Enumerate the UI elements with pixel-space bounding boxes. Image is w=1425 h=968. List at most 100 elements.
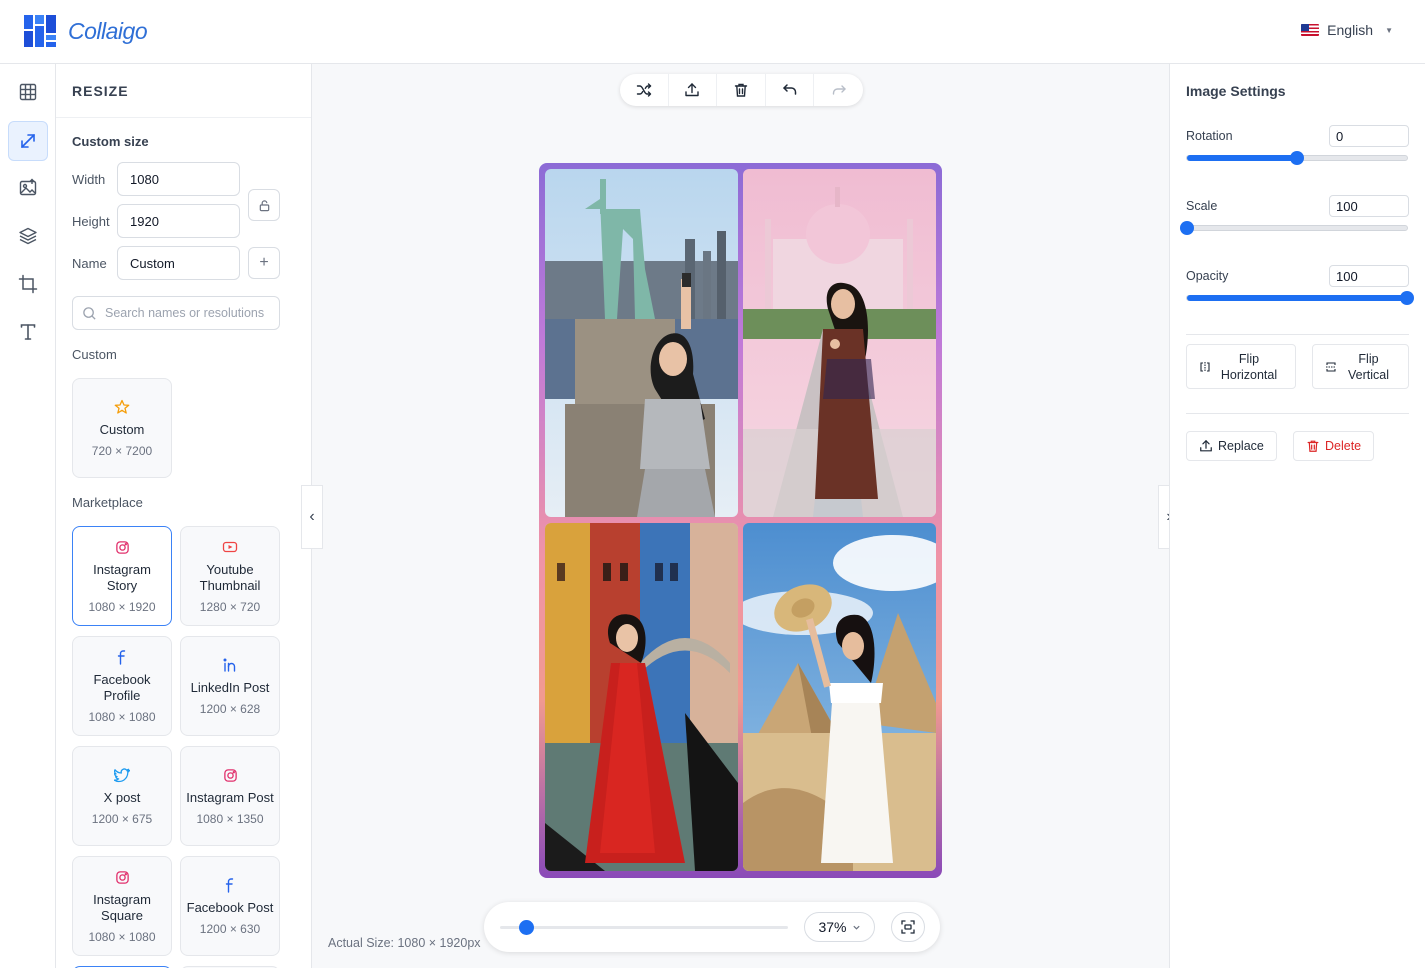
opacity-input[interactable]: 100	[1329, 265, 1409, 287]
zoom-bar: 37%	[484, 902, 940, 952]
preset-card-custom[interactable]: Custom 720 × 7200	[72, 378, 172, 478]
language-selector[interactable]: English ▼	[1301, 22, 1393, 38]
image-settings-panel: Image Settings Rotation 0 Scale 100 Opac…	[1169, 64, 1425, 968]
preset-card-instagram-story[interactable]: Instagram Story 1080 × 1920	[72, 526, 172, 626]
scale-input[interactable]: 100	[1329, 195, 1409, 217]
image-icon	[19, 178, 37, 196]
flip-vertical-button[interactable]: Flip Vertical	[1312, 344, 1409, 389]
preset-card-linkedin-post[interactable]: LinkedIn Post 1200 × 628	[180, 636, 280, 736]
custom-section-label: Custom	[72, 347, 117, 362]
name-input[interactable]: Custom	[117, 246, 240, 280]
rail-resize-button[interactable]	[8, 121, 48, 161]
redo-button[interactable]	[814, 74, 863, 106]
width-label: Width	[72, 172, 106, 187]
rail-layout-button[interactable]	[8, 72, 48, 112]
opacity-slider-thumb[interactable]	[1400, 291, 1414, 305]
aspect-lock-button[interactable]	[248, 189, 280, 221]
canvas-toolbar	[620, 74, 863, 106]
twitter-icon	[113, 766, 131, 784]
scale-slider-thumb[interactable]	[1180, 221, 1194, 235]
resize-panel: RESIZE Custom size Width 1080 Height 192…	[56, 64, 312, 968]
preset-card-x-post[interactable]: X post 1200 × 675	[72, 746, 172, 846]
preset-card-facebook-profile[interactable]: Facebook Profile 1080 × 1080	[72, 636, 172, 736]
collapse-left-panel-button[interactable]: ‹	[301, 485, 323, 549]
delete-image-button[interactable]: Delete	[1293, 431, 1375, 461]
fit-to-screen-button[interactable]	[891, 912, 925, 942]
resize-icon	[21, 134, 35, 148]
instagram-icon	[113, 538, 131, 556]
export-button[interactable]	[669, 74, 718, 106]
trash-icon	[734, 83, 748, 97]
youtube-icon	[221, 538, 239, 556]
delete-all-button[interactable]	[717, 74, 766, 106]
upload-icon	[1200, 440, 1212, 452]
preset-card-youtube-thumbnail[interactable]: Youtube Thumbnail 1280 × 720	[180, 526, 280, 626]
instagram-icon	[221, 766, 239, 784]
flip-horizontal-icon	[1200, 361, 1210, 372]
rotation-label: Rotation	[1186, 129, 1233, 143]
rail-text-button[interactable]	[8, 312, 48, 352]
collage-photo-statue-of-liberty[interactable]	[545, 169, 738, 517]
scale-label: Scale	[1186, 199, 1218, 213]
divider	[1186, 334, 1409, 335]
card-name: Instagram Post	[186, 790, 274, 805]
card-size: 1080 × 1350	[196, 812, 264, 826]
delete-label: Delete	[1325, 439, 1362, 453]
preset-card-instagram-square[interactable]: Instagram Square 1080 × 1080	[72, 856, 172, 956]
canvas-area: ‹ ›	[301, 64, 1180, 968]
layers-icon	[19, 227, 37, 245]
divider	[1186, 413, 1409, 414]
card-size: 1080 × 1080	[88, 930, 156, 944]
flip-horizontal-label: Flip Horizontal	[1220, 351, 1278, 382]
search-icon	[83, 307, 96, 320]
collaigo-logo[interactable]	[24, 15, 56, 47]
collage-photo-pyramids[interactable]	[743, 523, 936, 871]
flip-vertical-label: Flip Vertical	[1348, 351, 1389, 382]
upload-icon	[685, 83, 700, 97]
caret-down-icon: ▼	[1385, 25, 1393, 35]
opacity-slider[interactable]	[1186, 291, 1414, 305]
rotation-slider-thumb[interactable]	[1290, 151, 1304, 165]
shuffle-button[interactable]	[620, 74, 669, 106]
preset-card-instagram-post[interactable]: Instagram Post 1080 × 1350	[180, 746, 280, 846]
us-flag-icon	[1301, 24, 1320, 36]
zoom-slider-thumb[interactable]	[518, 920, 534, 935]
tool-rail	[0, 64, 56, 968]
marketplace-section-label: Marketplace	[72, 495, 143, 510]
replace-button[interactable]: Replace	[1186, 431, 1277, 461]
card-size: 1200 × 628	[199, 702, 261, 716]
app-name: Collaigo	[68, 18, 148, 44]
collage-photo-taj-mahal[interactable]	[743, 169, 936, 517]
zoom-percent-dropdown[interactable]: 37%	[804, 912, 875, 942]
card-size: 1200 × 630	[199, 922, 261, 936]
shuffle-icon	[636, 83, 651, 97]
size-search-input[interactable]: Search names or resolutions	[72, 296, 280, 330]
card-name: Custom	[99, 422, 145, 437]
chevron-left-icon: ‹	[309, 508, 315, 525]
chevron-down-icon	[852, 925, 860, 930]
actual-size-label: Actual Size: 1080 × 1920px (3	[328, 936, 484, 950]
collage-canvas[interactable]	[539, 163, 942, 878]
rotation-input[interactable]: 0	[1329, 125, 1409, 147]
instagram-icon	[113, 868, 131, 886]
flip-horizontal-button[interactable]: Flip Horizontal	[1186, 344, 1296, 389]
scale-slider[interactable]	[1180, 221, 1408, 235]
add-size-button[interactable]: +	[248, 247, 280, 279]
name-label: Name	[72, 256, 107, 271]
rail-image-button[interactable]	[8, 168, 48, 208]
rotation-slider-fill	[1187, 155, 1297, 161]
zoom-slider-track[interactable]	[500, 926, 788, 929]
custom-size-heading: Custom size	[72, 134, 149, 149]
card-name: Facebook Post	[186, 900, 274, 915]
preset-card-facebook-post[interactable]: Facebook Post 1200 × 630	[180, 856, 280, 956]
collage-photo-venice[interactable]	[545, 523, 738, 871]
rail-crop-button[interactable]	[8, 264, 48, 304]
height-input[interactable]: 1920	[117, 204, 240, 238]
card-name: Instagram Story	[93, 562, 151, 593]
rail-layers-button[interactable]	[8, 216, 48, 256]
card-name: Youtube Thumbnail	[199, 562, 261, 593]
width-input[interactable]: 1080	[117, 162, 240, 196]
undo-button[interactable]	[766, 74, 815, 106]
rotation-slider[interactable]	[1186, 151, 1408, 165]
text-icon	[20, 324, 36, 340]
